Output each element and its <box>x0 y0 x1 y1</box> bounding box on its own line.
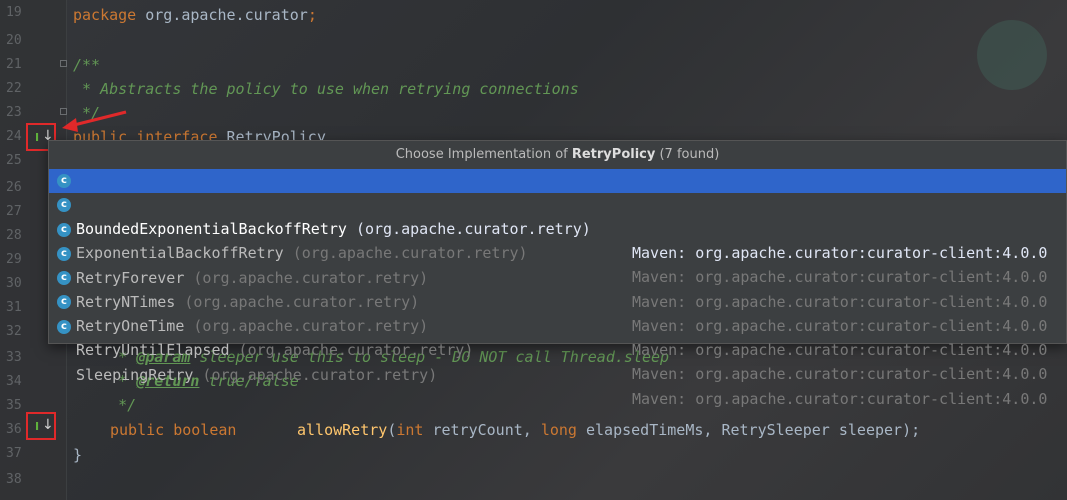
class-icon: c <box>57 198 71 213</box>
line-number: 25 <box>6 153 22 168</box>
method-name: allowRetry <box>297 421 388 439</box>
class-icon: c <box>57 174 71 188</box>
class-icon: c <box>57 319 71 334</box>
line-number: 38 <box>6 472 22 487</box>
line-number: 33 <box>6 350 22 365</box>
javadoc-open: /** <box>73 56 101 74</box>
line-number: 23 <box>6 105 22 120</box>
line-number: 30 <box>6 276 22 291</box>
class-name: SleepingRetry <box>76 365 194 384</box>
line-number: 36 <box>6 422 22 437</box>
package-name: (org.apache.curator.retry) <box>193 365 438 384</box>
keyword: int <box>396 421 424 439</box>
implementation-item[interactable]: c RetryUntilElapsed (org.apache.curator.… <box>49 290 1066 383</box>
implementation-item[interactable]: c RetryOneTime (org.apache.curator.retry… <box>49 266 1066 359</box>
title-class: RetryPolicy <box>571 147 656 162</box>
implementation-item[interactable]: c RetryForever (org.apache.curator.retry… <box>49 218 1066 311</box>
code-line: public boolean <box>110 421 236 439</box>
code-line: package org.apache.curator; <box>73 6 317 24</box>
title-text: Choose Implementation of <box>395 147 572 162</box>
package-name: (org.apache.curator.retry) <box>229 341 474 360</box>
implementation-item[interactable]: c BoundedExponentialBackoffRetry (org.ap… <box>49 169 1066 262</box>
keyword: public boolean <box>110 421 237 439</box>
line-number: 34 <box>6 374 22 389</box>
library-name: Maven: org.apache.curator:curator-client… <box>632 341 1048 360</box>
class-icon: c <box>57 271 71 286</box>
implementation-item[interactable]: c ExponentialBackoffRetry (org.apache.cu… <box>49 193 1066 286</box>
background-watermark <box>977 20 1047 90</box>
javadoc-line: * Abstracts the policy to use when retry… <box>73 80 579 98</box>
keyword: long <box>540 421 577 439</box>
param: elapsedTimeMs, RetrySleeper sleeper); <box>576 421 921 439</box>
line-number: 27 <box>6 204 22 219</box>
closing-brace: } <box>73 446 83 464</box>
choose-implementation-popup: Choose Implementation of RetryPolicy (7 … <box>48 140 1067 408</box>
line-number: 28 <box>6 228 22 243</box>
paren: ( <box>387 421 397 439</box>
line-number: 32 <box>6 324 22 339</box>
title-count: (7 found) <box>655 147 720 162</box>
line-number: 21 <box>6 57 22 72</box>
line-number: 37 <box>6 446 22 461</box>
implementation-item[interactable]: c SleepingRetry (org.apache.curator.retr… <box>49 315 1066 408</box>
line-number: 31 <box>6 300 22 315</box>
class-icon: c <box>57 295 71 310</box>
line-number: 35 <box>6 398 22 413</box>
popup-title: Choose Implementation of RetryPolicy (7 … <box>49 141 1066 169</box>
package-name: org.apache.curator <box>136 6 308 24</box>
param: retryCount, <box>423 421 541 439</box>
implementation-item[interactable]: c RetryNTimes (org.apache.curator.retry)… <box>49 242 1066 335</box>
library-name: Maven: org.apache.curator:curator-client… <box>632 365 1048 384</box>
line-number: 29 <box>6 252 22 267</box>
line-number: 22 <box>6 81 22 96</box>
class-icon: c <box>57 246 71 261</box>
line-number: 20 <box>6 33 22 48</box>
implemented-interface-icon: I <box>35 420 40 433</box>
code-editor[interactable]: 19 20 21 22 23 24 25 26 27 28 29 30 31 3… <box>0 0 1067 500</box>
implemented-interface-icon: I <box>35 131 40 144</box>
semicolon: ; <box>307 6 317 24</box>
keyword: package <box>73 6 137 24</box>
line-number: 26 <box>6 180 22 195</box>
annotation-arrow-icon <box>62 110 127 132</box>
line-number: 24 <box>6 129 22 144</box>
code-line: allowRetry(int retryCount, long elapsedT… <box>297 421 920 439</box>
fold-marker[interactable] <box>60 60 67 67</box>
line-number: 19 <box>6 5 22 20</box>
class-icon: c <box>57 222 71 237</box>
library-name: Maven: org.apache.curator:curator-client… <box>632 389 1048 408</box>
